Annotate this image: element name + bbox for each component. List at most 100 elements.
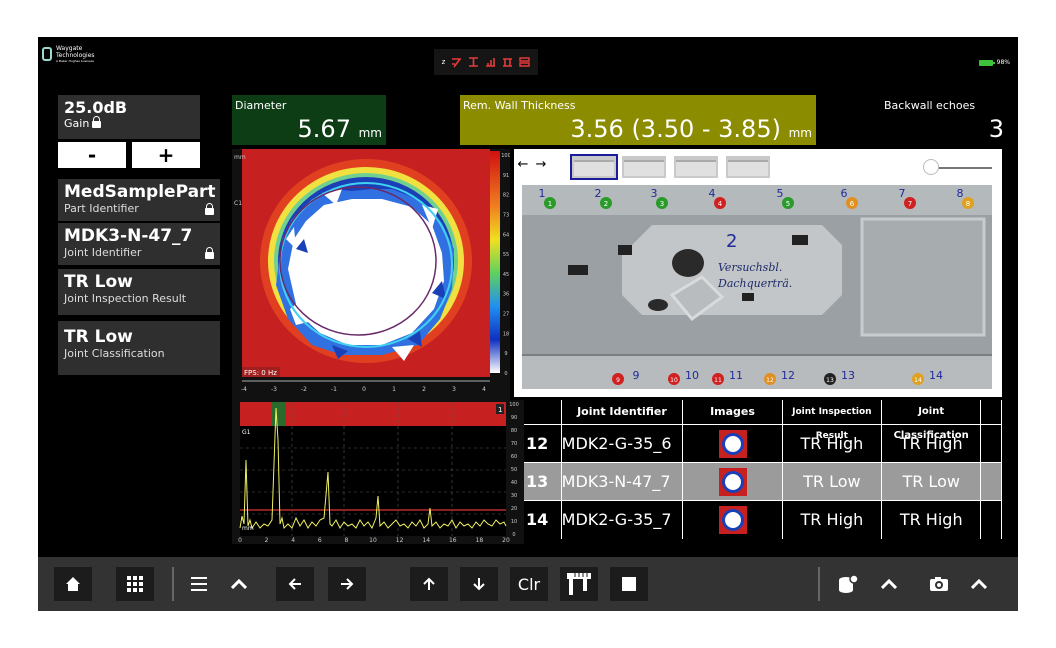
cscan-x-tick: 3 <box>452 386 456 393</box>
mode-angle-icon[interactable] <box>451 56 462 68</box>
gain-plus-button[interactable]: + <box>132 142 200 168</box>
part-photo[interactable]: Versuchsbl. Dachquerträ. 2 1122334455667… <box>522 185 992 389</box>
part-identifier-panel[interactable]: MedSamplePart Part Identifier <box>58 179 220 221</box>
column-header-inspection-result[interactable]: Joint Inspection Result <box>782 400 882 441</box>
inspection-result-panel[interactable]: TR Low Joint Inspection Result <box>58 269 220 315</box>
classification-panel[interactable]: TR Low Joint Classification <box>58 321 220 375</box>
arrow-right-icon[interactable]: → <box>534 154 548 176</box>
camera-button[interactable] <box>920 567 958 601</box>
zoom-slider-track[interactable] <box>932 167 992 169</box>
lock-icon <box>205 247 214 259</box>
mode-selector[interactable]: z <box>434 49 538 75</box>
previous-button[interactable] <box>276 567 314 601</box>
defect-marker-label: 3 <box>660 200 664 208</box>
defect-marker-label: 5 <box>786 200 790 208</box>
handwriting-digit: 2 <box>726 231 737 252</box>
cscan-image[interactable]: FPS: 0 Hz mm C1 -4 -3 -2 -1 0 1 2 3 4 1009182736… <box>232 149 511 401</box>
backwall-echoes-value: 3 <box>988 115 1004 143</box>
photo-thumbnail-4[interactable] <box>724 154 772 180</box>
photo-thumbnail-2[interactable] <box>620 154 668 180</box>
arrow-down-icon <box>473 578 485 591</box>
handwritten-number: 8 <box>957 187 964 200</box>
handwritten-number: 1 <box>539 187 546 200</box>
column-header-images[interactable]: Images <box>683 400 783 424</box>
gain-panel[interactable]: 25.0dB Gain <box>58 95 200 139</box>
move-down-button[interactable] <box>460 567 498 601</box>
cscan-colorbar-tick: 82 <box>503 193 509 199</box>
column-header-joint-identifier[interactable]: Joint Identifier <box>561 400 684 424</box>
ascan-y-tick: 80 <box>511 428 517 434</box>
photo-thumbnail-1[interactable] <box>570 154 618 180</box>
joint-identifier-label: Joint Identifier <box>64 246 142 259</box>
mode-signal-icon[interactable] <box>485 56 496 68</box>
part-identifier-label: Part Identifier <box>64 202 139 215</box>
caliper-button[interactable] <box>560 567 598 601</box>
ascan-x-tick: 18 <box>476 537 484 544</box>
move-up-button[interactable] <box>410 567 448 601</box>
defect-marker-label: 8 <box>966 200 970 208</box>
mode-weld-icon[interactable] <box>502 56 513 68</box>
cscan-x-tick: -4 <box>241 386 247 393</box>
gain-minus-button[interactable]: - <box>58 142 126 168</box>
data-settings-expand-button[interactable] <box>870 567 908 601</box>
top-bar: Waygate Technologies A Baker Hughes busi… <box>38 37 1018 75</box>
wall-thickness-label: Rem. Wall Thickness <box>463 99 576 112</box>
data-settings-button[interactable] <box>830 567 868 601</box>
ascan-y-tick: 100 <box>509 402 519 408</box>
row-number: 12 <box>524 425 562 463</box>
camera-expand-button[interactable] <box>960 567 998 601</box>
lock-icon <box>92 116 102 128</box>
inspection-result-label: Joint Inspection Result <box>64 292 187 305</box>
ascan-view[interactable]: G1 mm 1 0 2 4 6 8 10 12 14 16 18 20 100 90 80 70 60 50 4… <box>232 400 524 544</box>
ascan-y-tick: 90 <box>511 415 517 421</box>
camera-icon <box>930 577 948 591</box>
arrow-left-icon[interactable]: ← <box>516 154 530 176</box>
home-button[interactable] <box>54 567 92 601</box>
apps-button[interactable] <box>116 567 154 601</box>
handwritten-number: 6 <box>841 187 848 200</box>
ascan-x-tick: 0 <box>238 537 242 544</box>
cscan-colorbar-tick: 45 <box>503 272 509 278</box>
row-image[interactable] <box>683 463 783 501</box>
photo-thumbnail-3[interactable] <box>672 154 720 180</box>
table-row-selected[interactable]: 13 MDK3-N-47_7 TR Low TR Low <box>524 462 1003 501</box>
battery-status: 98% <box>978 59 1010 66</box>
menu-button[interactable] <box>180 567 218 601</box>
defect-marker-label: 14 <box>914 377 922 384</box>
classification-label: Joint Classification <box>64 347 165 360</box>
lock-icon <box>205 203 214 215</box>
ascan-y-tick: 20 <box>511 506 517 512</box>
menu-expand-button[interactable] <box>220 567 258 601</box>
table-row[interactable]: 12 MDK2-G-35_6 TR High TR High <box>524 424 1003 463</box>
column-header-classification[interactable]: Joint Classification <box>882 400 982 441</box>
ascan-x-tick: 2 <box>265 537 269 544</box>
mode-layers-icon[interactable] <box>519 56 531 68</box>
defect-marker-label: 7 <box>908 200 912 208</box>
table-row[interactable]: 14 MDK2-G-35_7 TR High TR High <box>524 500 1003 539</box>
cscan-fps: FPS: 0 Hz <box>244 369 277 377</box>
defect-marker-label: 9 <box>616 377 620 384</box>
handwritten-number: 11 <box>729 369 743 382</box>
next-button[interactable] <box>328 567 366 601</box>
row-image[interactable] <box>683 425 783 463</box>
brand-line2: Technologies <box>56 52 95 59</box>
row-image[interactable] <box>683 501 783 539</box>
ascan-x-tick: 10 <box>369 537 377 544</box>
stop-button[interactable] <box>610 567 648 601</box>
handwritten-number: 10 <box>685 369 699 382</box>
joint-identifier-panel[interactable]: MDK3-N-47_7 Joint Identifier <box>58 223 220 265</box>
ascan-x-tick: 8 <box>344 537 348 544</box>
defect-marker-label: 2 <box>604 200 608 208</box>
gain-value: 25.0dB <box>64 98 128 117</box>
cscan-colorbar-tick: 73 <box>503 212 509 218</box>
diameter-unit: mm <box>358 126 382 140</box>
grid-icon <box>127 576 143 592</box>
cscan-colorbar-tick: 27 <box>503 312 509 318</box>
cscan-x-tick: -2 <box>301 386 307 393</box>
mode-straight-icon[interactable] <box>468 56 479 68</box>
cscan-view[interactable]: FPS: 0 Hz mm C1 -4 -3 -2 -1 0 1 2 3 4 100 91 82 73 6… <box>232 149 511 401</box>
row-number: 13 <box>524 463 562 501</box>
ascan-plot[interactable]: G1 mm 1 0 2 4 6 8 10 12 14 16 18 20 10090807060504… <box>232 400 524 544</box>
clear-button[interactable]: Clr <box>510 567 548 601</box>
zoom-slider-knob[interactable] <box>924 160 938 174</box>
